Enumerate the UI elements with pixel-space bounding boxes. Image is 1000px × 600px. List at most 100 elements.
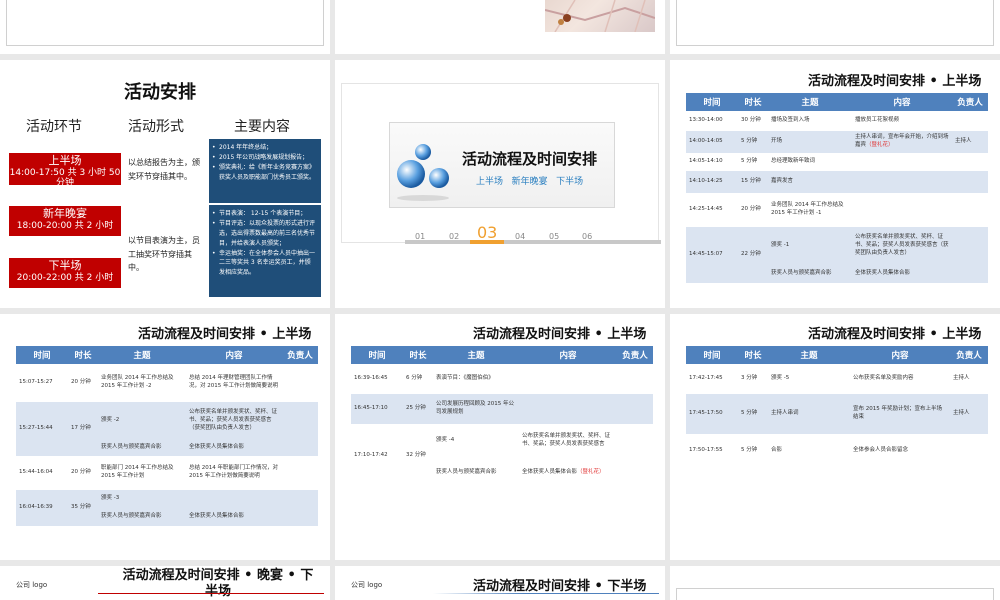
cell-time: 15:44-16:04 <box>16 456 68 490</box>
cell-topic: 获奖人员与颁奖嘉宾合影 <box>98 440 186 456</box>
slide-title: 活动流程及时间安排 • 上半场 <box>808 327 982 342</box>
slide-schedule-first-half-4[interactable]: 活动流程及时间安排 • 上半场 时间 时长 主题 内容 负责人 17:42-17… <box>670 314 1000 560</box>
cell-duration: 30 分钟 <box>738 111 768 131</box>
table-row: 14:00-14:05 5 分钟 开场 主持人串词，宣布年会开始，介绍到场嘉宾（… <box>686 131 988 153</box>
stage-name: 新年晚宴 <box>43 207 87 220</box>
cell-duration: 15 分钟 <box>738 171 768 193</box>
cell-duration: 22 分钟 <box>738 227 768 283</box>
table-row: 13:30-14:00 30 分钟 播场及签到入场 播放员工花絮视频 <box>686 111 988 131</box>
timeline-step-active[interactable]: 03 <box>477 223 497 242</box>
header-time: 时间 <box>686 346 738 364</box>
cell-content <box>852 153 952 171</box>
stage-name: 上半场 <box>48 154 82 167</box>
cell-owner <box>617 364 653 394</box>
cell-duration: 5 分钟 <box>738 394 768 434</box>
cell-topic: 主持人串词 <box>768 394 850 434</box>
cell-topic: 开场 <box>768 131 852 153</box>
map-image <box>544 0 656 33</box>
slide-schedule-first-half-2[interactable]: 活动流程及时间安排 • 上半场 时间 时长 主题 内容 负责人 15:07-15… <box>0 314 330 560</box>
cell-content: 全体参会人员合影留念 <box>850 434 950 468</box>
cell-content: 公布获奖名单并颁发奖状、奖杯、证书、奖品；获奖人员发表获奖感言 <box>519 424 617 458</box>
content-item: 节目评选：以现众投票的形式进行评选，选出得票数最高的前三名优秀节目，并给表演人员… <box>212 219 316 249</box>
cell-content: 公布获奖名单并颁发奖状、奖杯、证书、奖品；获奖人员发表获奖感言（获奖团队由负责人… <box>186 402 282 440</box>
slide-schedule-first-half-3[interactable]: 活动流程及时间安排 • 上半场 时间 时长 主题 内容 负责人 16:39-16… <box>335 314 665 560</box>
slide-activity-schedule[interactable]: 活动安排 活动环节 活动形式 主要内容 上半场 14:00-17:50 共 3 … <box>0 60 330 308</box>
timeline-step[interactable]: 06 <box>582 232 592 241</box>
cell-owner <box>282 508 318 526</box>
column-header-stage: 活动环节 <box>26 119 82 135</box>
slide-schedule-second-half[interactable]: 公司 logo 活动流程及时间安排 • 下半场 <box>335 566 665 600</box>
slide-section-cover[interactable]: 活动流程及时间安排 上半场 新年晚宴 下半场 01 02 03 04 05 06 <box>335 60 665 308</box>
cell-owner: 主持人 <box>950 394 988 434</box>
header-content: 内容 <box>186 346 282 364</box>
cell-topic: 颁奖 -1 <box>768 227 852 265</box>
cell-content: 播放员工花絮视频 <box>852 111 952 131</box>
schedule-table: 时间 时长 主题 内容 负责人 15:07-15:27 20 分钟 业务团队 2… <box>16 346 318 526</box>
cell-content: 全体获奖人员集体合影 <box>852 265 952 283</box>
content-item: 节目表演： 12-15 个表演节目； <box>212 209 316 219</box>
cell-time: 15:27-15:44 <box>16 402 68 456</box>
stage-name: 下半场 <box>48 259 82 272</box>
cell-duration: 17 分钟 <box>68 402 98 456</box>
header-owner: 负责人 <box>952 93 988 111</box>
cell-owner <box>952 153 988 171</box>
cell-content: 全体获奖人员集体合影（暨礼花） <box>519 458 617 488</box>
globe-graphic <box>397 144 449 201</box>
timeline-step[interactable]: 01 <box>415 232 425 241</box>
slide-title: 活动流程及时间安排 • 下半场 <box>473 579 647 594</box>
cell-time: 17:42-17:45 <box>686 364 738 394</box>
cell-time: 17:45-17:50 <box>686 394 738 434</box>
company-logo: 公司 logo <box>351 581 383 589</box>
content-item: 2014 年年终总结； <box>212 143 316 153</box>
slide-thumbnail-top-left[interactable] <box>0 0 330 54</box>
header-content: 内容 <box>852 93 952 111</box>
table-row: 17:10-17:42 32 分钟 颁奖 -4 公布获奖名单并颁发奖状、奖杯、证… <box>351 424 653 488</box>
cell-duration: 32 分钟 <box>403 424 433 488</box>
table-row: 17:45-17:50 5 分钟 主持人串词 宣布 2015 年奖励计划；宣布上… <box>686 394 988 434</box>
header-topic: 主题 <box>433 346 519 364</box>
cell-owner <box>952 227 988 265</box>
cell-topic: 颁奖 -5 <box>768 364 850 394</box>
slide-title: 活动流程及时间安排 • 上半场 <box>808 74 982 89</box>
header-topic: 主题 <box>768 346 850 364</box>
cover-title: 活动流程及时间安排 <box>462 150 598 168</box>
header-owner: 负责人 <box>282 346 318 364</box>
stage-block-dinner: 新年晚宴 18:00-20:00 共 2 小时 <box>9 206 121 236</box>
timeline-bar <box>405 240 661 244</box>
content-item: 幸运抽奖：在全体参会人员中抽出一二三等奖共 3 名幸运奖员工，并颁发相应奖品。 <box>212 249 316 279</box>
cell-owner <box>282 456 318 490</box>
timeline-step[interactable]: 04 <box>515 232 525 241</box>
schedule-table: 时间 时长 主题 内容 负责人 17:42-17:45 3 分钟 颁奖 -5 公… <box>686 346 988 468</box>
cell-content <box>852 171 952 193</box>
slide-schedule-dinner-second-half[interactable]: 公司 logo 活动流程及时间安排 • 晚宴 • 下半场 <box>0 566 330 600</box>
table-row: 17:42-17:45 3 分钟 颁奖 -5 公布获奖名单及奖励内容 主持人 <box>686 364 988 394</box>
cell-duration: 6 分钟 <box>403 364 433 394</box>
content-item: 颁奖典礼：给《新年业务竞赛方案》获奖人员及职能部门优秀员工颁奖。 <box>212 163 316 183</box>
cell-topic: 获奖人员与颁奖嘉宾合影 <box>433 458 519 488</box>
map-image-drawing <box>544 0 656 33</box>
slide-frame <box>6 0 324 46</box>
cell-time: 17:10-17:42 <box>351 424 403 488</box>
timeline-step[interactable]: 05 <box>549 232 559 241</box>
timeline-step[interactable]: 02 <box>449 232 459 241</box>
slide-thumbnail-top-right[interactable] <box>670 0 1000 54</box>
cell-time: 16:45-17:10 <box>351 394 403 424</box>
table-row: 17:50-17:55 5 分钟 合影 全体参会人员合影留念 <box>686 434 988 468</box>
slide-schedule-first-half-1[interactable]: 活动流程及时间安排 • 上半场 时间 时长 主题 内容 负责人 13:30-14… <box>670 60 1000 308</box>
cell-owner <box>282 440 318 456</box>
cell-time: 14:00-14:05 <box>686 131 738 153</box>
cell-owner <box>952 193 988 227</box>
header-content: 内容 <box>519 346 617 364</box>
table-row: 14:25-14:45 20 分钟 业务团队 2014 年工作总结及 2015 … <box>686 193 988 227</box>
stage-time: 20:00-22:00 共 2 小时 <box>16 272 114 283</box>
globe-icon <box>393 128 453 202</box>
cell-content: 宣布 2015 年奖励计划；宣布上半场结束 <box>850 394 950 434</box>
cell-time: 14:45-15:07 <box>686 227 738 283</box>
header-time: 时间 <box>16 346 68 364</box>
slide-thumbnail-top-middle[interactable] <box>335 0 665 54</box>
cell-topic: 颁奖 -4 <box>433 424 519 458</box>
slide-thumbnail-bottom-right[interactable] <box>670 566 1000 600</box>
slide-title: 活动流程及时间安排 • 上半场 <box>473 327 647 342</box>
table-row: 16:39-16:45 6 分钟 表演节目：《魔图伯伯》 <box>351 364 653 394</box>
cell-content <box>519 364 617 394</box>
